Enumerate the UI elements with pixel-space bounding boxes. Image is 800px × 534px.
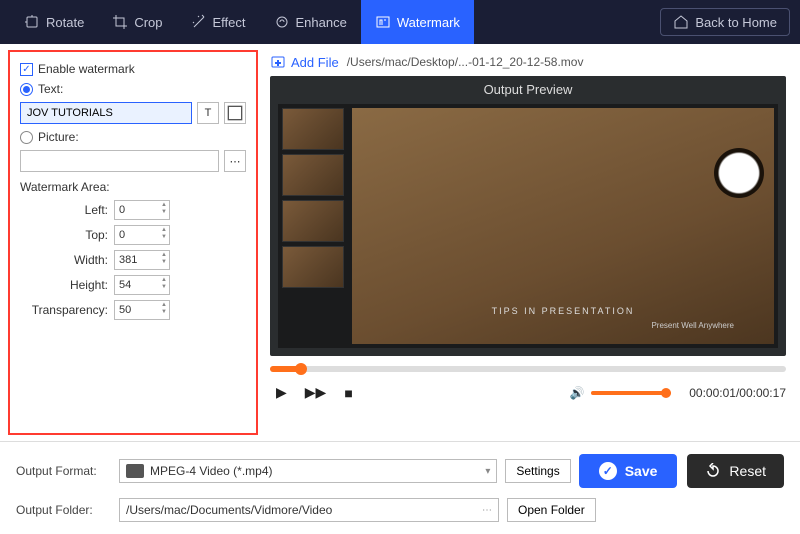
file-bar: Add File /Users/mac/Desktop/...-01-12_20… <box>270 54 786 70</box>
add-file-button[interactable]: Add File <box>270 54 339 70</box>
left-label: Left: <box>20 203 108 217</box>
back-home-label: Back to Home <box>695 15 777 30</box>
transparency-spinner[interactable]: 50▲▼ <box>114 300 170 320</box>
enable-watermark-checkbox[interactable]: ✓ <box>20 63 33 76</box>
volume-slider[interactable] <box>591 391 671 395</box>
width-spinner[interactable]: 381▲▼ <box>114 250 170 270</box>
watermark-tab[interactable]: Watermark <box>361 0 474 44</box>
output-format-value: MPEG-4 Video (*.mp4) <box>150 464 273 478</box>
mp4-icon <box>126 464 144 478</box>
rotate-tab[interactable]: Rotate <box>10 0 98 44</box>
transparency-label: Transparency: <box>20 303 108 317</box>
crop-label: Crop <box>134 15 162 30</box>
text-radio-label: Text: <box>38 82 63 96</box>
top-label: Top: <box>20 228 108 242</box>
slide-thumbnail <box>282 108 344 150</box>
slide-thumbnail <box>282 246 344 288</box>
back-to-home-button[interactable]: Back to Home <box>660 8 790 36</box>
enhance-icon <box>274 14 290 30</box>
preview-content: TIPS IN PRESENTATION Present Well Anywhe… <box>278 104 778 348</box>
file-path: /Users/mac/Desktop/...-01-12_20-12-58.mo… <box>347 55 786 69</box>
preview-title: Output Preview <box>270 76 786 103</box>
time-display: 00:00:01/00:00:17 <box>689 386 786 400</box>
player-controls: ▶ ▶▶ ■ 🔊 00:00:01/00:00:17 <box>270 380 786 405</box>
watermark-text-input[interactable] <box>20 102 192 124</box>
top-spinner[interactable]: 0▲▼ <box>114 225 170 245</box>
browse-folder-button[interactable]: ⋯ <box>482 505 492 516</box>
fast-forward-button[interactable]: ▶▶ <box>299 380 333 405</box>
rotate-label: Rotate <box>46 15 84 30</box>
stop-button[interactable]: ■ <box>338 381 358 405</box>
slide-title: TIPS IN PRESENTATION <box>352 306 774 316</box>
chevron-down-icon: ▾ <box>485 466 490 477</box>
enable-watermark-label: Enable watermark <box>38 62 135 76</box>
home-icon <box>673 14 689 30</box>
slide-thumbnail <box>282 154 344 196</box>
crop-tab[interactable]: Crop <box>98 0 176 44</box>
slide-thumbnail <box>282 200 344 242</box>
volume-control: 🔊 <box>569 385 671 401</box>
width-label: Width: <box>20 253 108 267</box>
volume-icon[interactable]: 🔊 <box>569 385 585 401</box>
footer: Output Format: MPEG-4 Video (*.mp4) ▾ Se… <box>0 441 800 534</box>
output-folder-value: /Users/mac/Documents/Vidmore/Video <box>126 503 332 517</box>
add-file-label: Add File <box>291 55 339 70</box>
output-preview: Output Preview TIPS IN PRESENTATION Pres… <box>270 76 786 356</box>
color-button[interactable] <box>224 102 246 124</box>
picture-radio-label: Picture: <box>38 130 79 144</box>
rotate-icon <box>24 14 40 30</box>
enhance-label: Enhance <box>296 15 347 30</box>
height-spinner[interactable]: 54▲▼ <box>114 275 170 295</box>
output-folder-label: Output Folder: <box>16 503 111 517</box>
timeline-thumb[interactable] <box>295 363 307 375</box>
main-toolbar: Rotate Crop Effect Enhance Watermark Bac… <box>0 0 800 44</box>
left-spinner[interactable]: 0▲▼ <box>114 200 170 220</box>
play-button[interactable]: ▶ <box>270 380 293 405</box>
effect-icon <box>191 14 207 30</box>
height-label: Height: <box>20 278 108 292</box>
font-button[interactable]: T <box>197 102 219 124</box>
watermark-area-label: Watermark Area: <box>20 180 246 194</box>
spinner-arrows[interactable]: ▲▼ <box>161 202 167 216</box>
slide-subtitle: Present Well Anywhere <box>651 321 734 330</box>
picture-path-input[interactable] <box>20 150 219 172</box>
output-folder-field[interactable]: /Users/mac/Documents/Vidmore/Video ⋯ <box>119 498 499 522</box>
check-icon: ✓ <box>599 462 617 480</box>
output-format-select[interactable]: MPEG-4 Video (*.mp4) ▾ <box>119 459 497 483</box>
crop-icon <box>112 14 128 30</box>
browse-picture-button[interactable]: ⋯ <box>224 150 246 172</box>
watermark-label: Watermark <box>397 15 460 30</box>
settings-button[interactable]: Settings <box>505 459 570 483</box>
slide-main: TIPS IN PRESENTATION Present Well Anywhe… <box>352 108 774 344</box>
reset-button[interactable]: Reset <box>687 454 784 488</box>
effect-label: Effect <box>213 15 246 30</box>
volume-thumb[interactable] <box>661 388 671 398</box>
picture-radio[interactable] <box>20 131 33 144</box>
coffee-cup-graphic <box>714 148 764 198</box>
text-radio[interactable] <box>20 83 33 96</box>
timeline-slider[interactable] <box>270 366 786 372</box>
reset-icon <box>705 463 721 479</box>
output-format-label: Output Format: <box>16 464 111 478</box>
enhance-tab[interactable]: Enhance <box>260 0 361 44</box>
effect-tab[interactable]: Effect <box>177 0 260 44</box>
watermark-settings-panel: ✓ Enable watermark Text: T Picture: ⋯ Wa… <box>8 50 258 435</box>
reset-label: Reset <box>729 463 766 479</box>
save-label: Save <box>625 463 658 479</box>
add-file-icon <box>270 54 286 70</box>
open-folder-button[interactable]: Open Folder <box>507 498 596 522</box>
watermark-icon <box>375 14 391 30</box>
save-button[interactable]: ✓ Save <box>579 454 678 488</box>
